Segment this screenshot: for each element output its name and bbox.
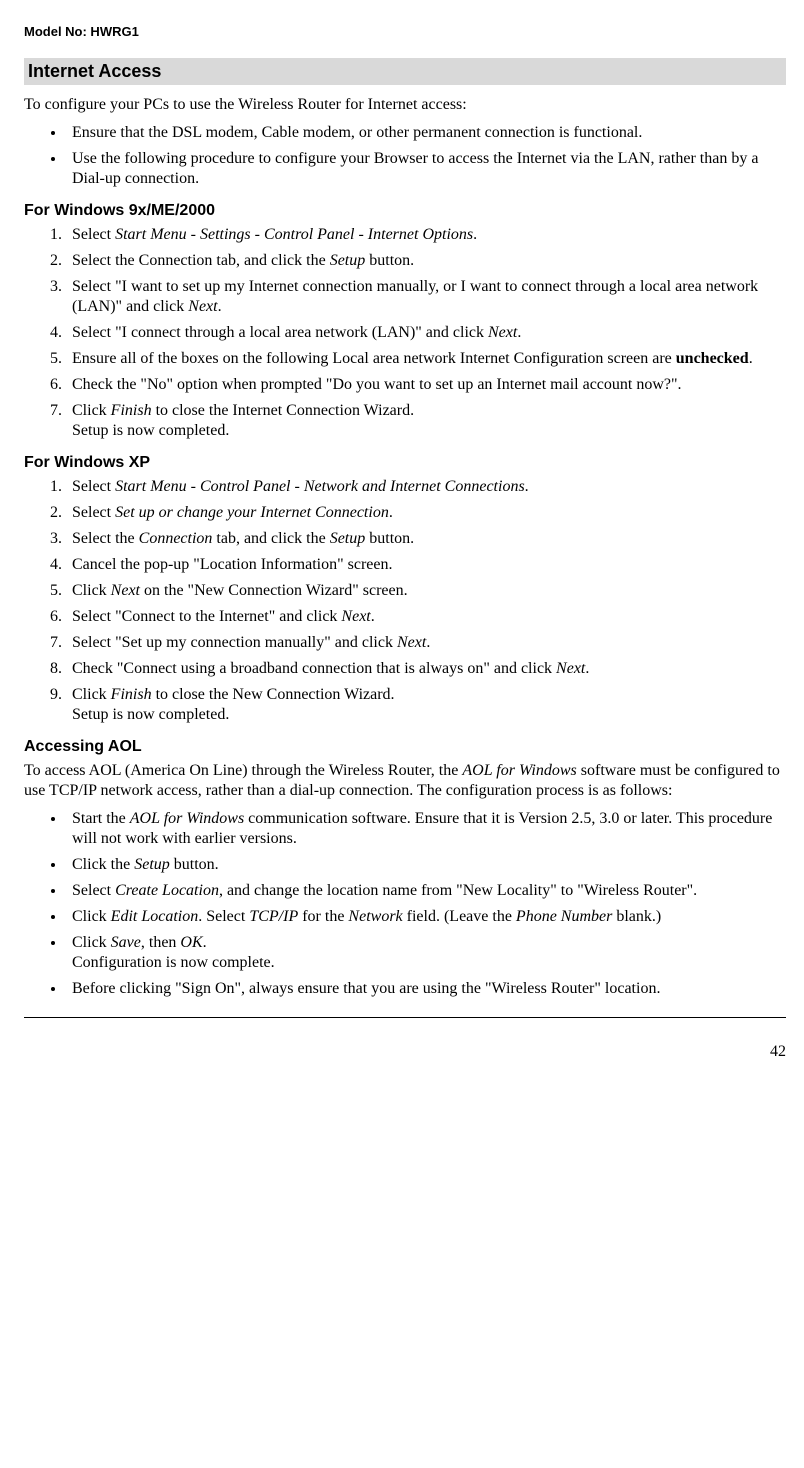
model-header: Model No: HWRG1: [24, 24, 786, 40]
list-item: Click Next on the "New Connection Wizard…: [66, 581, 786, 601]
list-item: Select "Connect to the Internet" and cli…: [66, 607, 786, 627]
list-item: Click Finish to close the New Connection…: [66, 685, 786, 725]
intro-text: To configure your PCs to use the Wireles…: [24, 95, 786, 115]
list-item: Select Set up or change your Internet Co…: [66, 503, 786, 523]
footer-rule: [24, 1017, 786, 1018]
aol-bullets: Start the AOL for Windows communication …: [24, 809, 786, 999]
list-item: Check the "No" option when prompted "Do …: [66, 375, 786, 395]
list-item: Select Start Menu - Control Panel - Netw…: [66, 477, 786, 497]
list-item: Select Create Location, and change the l…: [66, 881, 786, 901]
list-item: Before clicking "Sign On", always ensure…: [66, 979, 786, 999]
list-item: Click the Setup button.: [66, 855, 786, 875]
list-item: Select "I want to set up my Internet con…: [66, 277, 786, 317]
list-item: Select "Set up my connection manually" a…: [66, 633, 786, 653]
list-item: Cancel the pop-up "Location Information"…: [66, 555, 786, 575]
list-item: Use the following procedure to configure…: [66, 149, 786, 189]
list-item: Select Start Menu - Settings - Control P…: [66, 225, 786, 245]
heading-win9x: For Windows 9x/ME/2000: [24, 201, 786, 221]
list-item: Ensure all of the boxes on the following…: [66, 349, 786, 369]
list-item: Select the Connection tab, and click the…: [66, 529, 786, 549]
list-item: Select "I connect through a local area n…: [66, 323, 786, 343]
winxp-steps: Select Start Menu - Control Panel - Netw…: [24, 477, 786, 725]
list-item: Check "Connect using a broadband connect…: [66, 659, 786, 679]
list-item: Start the AOL for Windows communication …: [66, 809, 786, 849]
section-internet-access: Internet Access: [24, 58, 786, 85]
list-item: Ensure that the DSL modem, Cable modem, …: [66, 123, 786, 143]
list-item: Click Finish to close the Internet Conne…: [66, 401, 786, 441]
heading-aol: Accessing AOL: [24, 737, 786, 757]
list-item: Select the Connection tab, and click the…: [66, 251, 786, 271]
page-number: 42: [24, 1038, 786, 1062]
list-item: Click Save, then OK.Configuration is now…: [66, 933, 786, 973]
intro-bullets: Ensure that the DSL modem, Cable modem, …: [24, 123, 786, 189]
list-item: Click Edit Location. Select TCP/IP for t…: [66, 907, 786, 927]
aol-intro: To access AOL (America On Line) through …: [24, 761, 786, 801]
heading-winxp: For Windows XP: [24, 453, 786, 473]
win9x-steps: Select Start Menu - Settings - Control P…: [24, 225, 786, 441]
